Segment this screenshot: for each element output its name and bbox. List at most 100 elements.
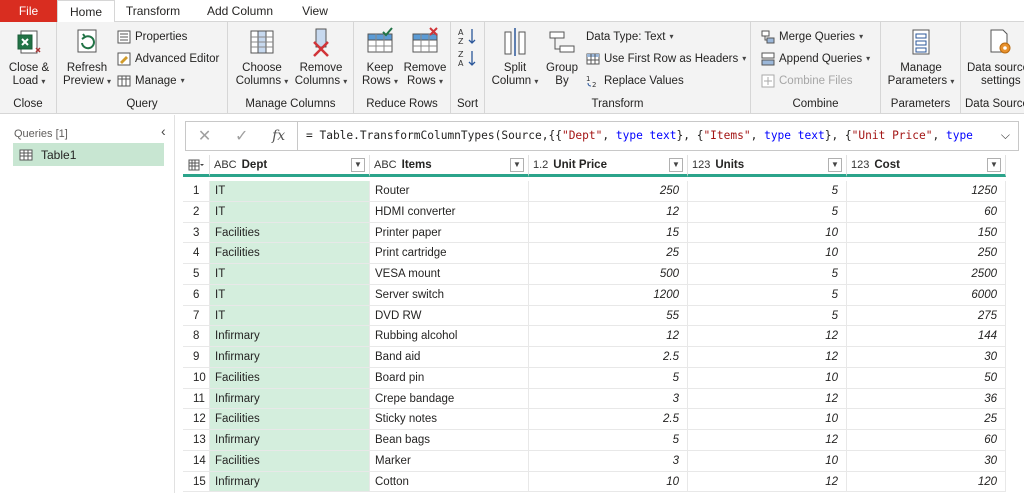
cancel-icon[interactable]: ✕ <box>198 126 211 146</box>
row-number[interactable]: 8 <box>183 326 210 347</box>
integer-type-icon[interactable]: 123 <box>692 159 710 171</box>
cell-dept[interactable]: IT <box>210 305 370 327</box>
row-number[interactable]: 2 <box>183 201 210 223</box>
remove-columns-button[interactable]: Remove Columns ▾ <box>292 26 350 88</box>
cell-items[interactable]: Crepe bandage <box>370 388 529 410</box>
cell-cost[interactable]: 25 <box>847 409 1006 430</box>
cell-units[interactable]: 5 <box>688 284 847 306</box>
sort-ascending-button[interactable]: A Z <box>456 26 480 50</box>
cell-units[interactable]: 10 <box>688 409 847 430</box>
manage-parameters-button[interactable]: Manage Parameters ▾ <box>886 26 956 88</box>
cell-units[interactable]: 12 <box>688 347 847 368</box>
tab-file[interactable]: File <box>0 0 57 22</box>
cell-unit-price[interactable]: 500 <box>529 264 688 285</box>
cell-unit-price[interactable]: 10 <box>529 471 688 493</box>
row-number[interactable]: 12 <box>183 409 210 430</box>
keep-rows-button[interactable]: Keep Rows ▾ <box>358 26 402 88</box>
fx-icon[interactable]: fx <box>272 128 285 144</box>
check-icon[interactable]: ✓ <box>235 126 248 146</box>
filter-dropdown-icon[interactable]: ▼ <box>987 158 1001 172</box>
filter-dropdown-icon[interactable]: ▼ <box>510 158 524 172</box>
row-number[interactable]: 5 <box>183 264 210 285</box>
row-number[interactable]: 4 <box>183 243 210 264</box>
column-header-items[interactable]: ABC Items ▼ <box>370 155 529 177</box>
column-header-cost[interactable]: 123 Cost ▼ <box>847 155 1006 177</box>
group-by-button[interactable]: Group By <box>542 26 582 88</box>
cell-dept[interactable]: Infirmary <box>210 471 370 493</box>
tab-add-column[interactable]: Add Column <box>195 0 285 22</box>
row-number[interactable]: 6 <box>183 284 210 306</box>
cell-items[interactable]: Print cartridge <box>370 243 529 264</box>
collapse-pane-icon[interactable]: ‹ <box>161 123 166 139</box>
filter-dropdown-icon[interactable]: ▼ <box>828 158 842 172</box>
integer-type-icon[interactable]: 123 <box>851 159 869 171</box>
cell-cost[interactable]: 50 <box>847 367 1006 389</box>
cell-unit-price[interactable]: 3 <box>529 450 688 472</box>
cell-cost[interactable]: 144 <box>847 326 1006 347</box>
cell-dept[interactable]: IT <box>210 284 370 306</box>
replace-values-button[interactable]: 12 Replace Values <box>586 72 684 90</box>
cell-units[interactable]: 5 <box>688 201 847 223</box>
tab-transform[interactable]: Transform <box>117 0 189 22</box>
row-number[interactable]: 3 <box>183 222 210 244</box>
cell-items[interactable]: Band aid <box>370 347 529 368</box>
cell-items[interactable]: Bean bags <box>370 430 529 451</box>
filter-dropdown-icon[interactable]: ▼ <box>351 158 365 172</box>
cell-cost[interactable]: 275 <box>847 305 1006 327</box>
data-type-dropdown[interactable]: Data Type: Text ▾ <box>586 28 674 46</box>
cell-unit-price[interactable]: 15 <box>529 222 688 244</box>
cell-units[interactable]: 12 <box>688 388 847 410</box>
cell-cost[interactable]: 120 <box>847 471 1006 493</box>
cell-units[interactable]: 12 <box>688 471 847 493</box>
combine-files-button[interactable]: Combine Files <box>761 72 853 90</box>
cell-dept[interactable]: Facilities <box>210 450 370 472</box>
cell-unit-price[interactable]: 12 <box>529 326 688 347</box>
cell-unit-price[interactable]: 5 <box>529 367 688 389</box>
cell-cost[interactable]: 60 <box>847 430 1006 451</box>
manage-query-button[interactable]: Manage ▾ <box>117 72 185 90</box>
cell-units[interactable]: 5 <box>688 264 847 285</box>
cell-unit-price[interactable]: 2.5 <box>529 347 688 368</box>
cell-dept[interactable]: Infirmary <box>210 430 370 451</box>
cell-unit-price[interactable]: 5 <box>529 430 688 451</box>
cell-units[interactable]: 10 <box>688 243 847 264</box>
query-item-table1[interactable]: Table1 <box>13 143 164 166</box>
cell-dept[interactable]: IT <box>210 264 370 285</box>
cell-units[interactable]: 10 <box>688 222 847 244</box>
cell-dept[interactable]: IT <box>210 201 370 223</box>
text-type-icon[interactable]: ABC <box>214 159 237 171</box>
cell-dept[interactable]: Facilities <box>210 367 370 389</box>
data-source-settings-button[interactable]: Data source settings <box>967 26 1024 88</box>
row-number[interactable]: 7 <box>183 305 210 327</box>
decimal-type-icon[interactable]: 1.2 <box>533 159 548 171</box>
cell-units[interactable]: 12 <box>688 326 847 347</box>
filter-dropdown-icon[interactable]: ▼ <box>669 158 683 172</box>
append-queries-button[interactable]: Append Queries ▾ <box>761 50 870 68</box>
sort-descending-button[interactable]: Z A <box>456 48 480 72</box>
cell-items[interactable]: VESA mount <box>370 264 529 285</box>
cell-cost[interactable]: 1250 <box>847 181 1006 202</box>
remove-rows-button[interactable]: Remove Rows ▾ <box>402 26 448 88</box>
row-number[interactable]: 1 <box>183 181 210 202</box>
row-number[interactable]: 13 <box>183 430 210 451</box>
cell-dept[interactable]: Facilities <box>210 409 370 430</box>
cell-items[interactable]: Server switch <box>370 284 529 306</box>
cell-units[interactable]: 5 <box>688 181 847 202</box>
advanced-editor-button[interactable]: Advanced Editor <box>117 50 219 68</box>
cell-units[interactable]: 5 <box>688 305 847 327</box>
choose-columns-button[interactable]: Choose Columns ▾ <box>234 26 290 88</box>
expand-formula-icon[interactable]: ⌵ <box>1001 128 1010 143</box>
tab-view[interactable]: View <box>290 0 340 22</box>
cell-cost[interactable]: 150 <box>847 222 1006 244</box>
row-number[interactable]: 9 <box>183 347 210 368</box>
cell-units[interactable]: 10 <box>688 367 847 389</box>
cell-items[interactable]: Board pin <box>370 367 529 389</box>
cell-unit-price[interactable]: 1200 <box>529 284 688 306</box>
cell-unit-price[interactable]: 55 <box>529 305 688 327</box>
cell-unit-price[interactable]: 3 <box>529 388 688 410</box>
cell-dept[interactable]: Infirmary <box>210 388 370 410</box>
column-header-dept[interactable]: ABC Dept ▼ <box>210 155 370 177</box>
cell-items[interactable]: Printer paper <box>370 222 529 244</box>
row-number[interactable]: 10 <box>183 367 210 389</box>
formula-input[interactable]: = Table.TransformColumnTypes(Source,{{"D… <box>306 122 986 150</box>
